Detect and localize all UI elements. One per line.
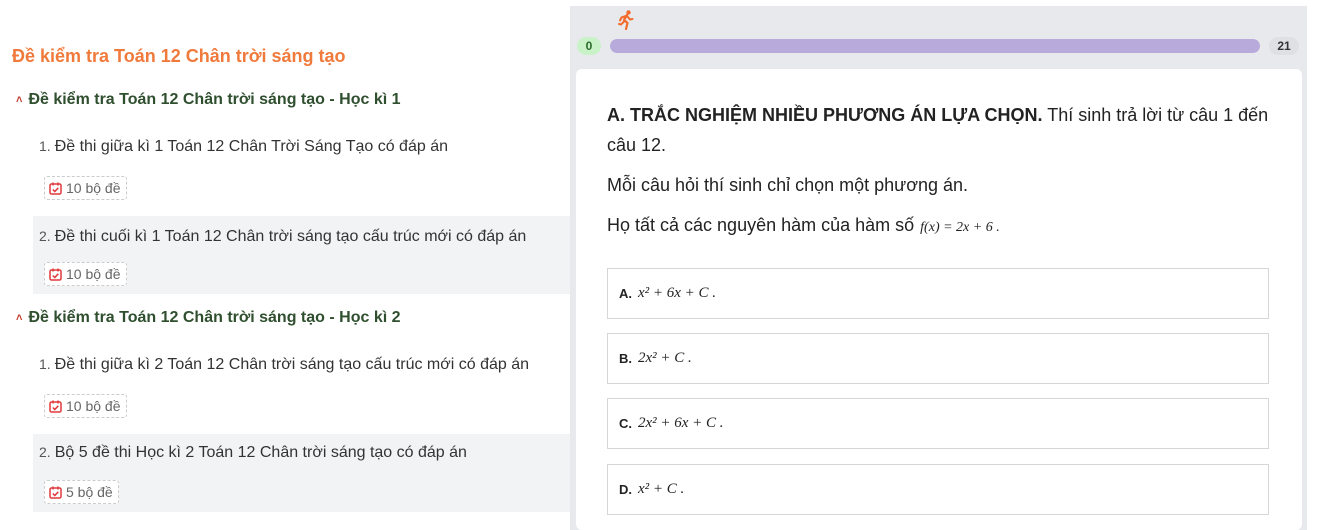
section-header-hk2[interactable]: ˄ Đề kiểm tra Toán 12 Chân trời sáng tạo…	[16, 309, 401, 327]
question-card: A. TRẮC NGHIỆM NHIỀU PHƯƠNG ÁN LỰA CHỌN.…	[576, 69, 1302, 530]
chevron-up-icon: ˄	[16, 312, 23, 324]
calendar-check-icon	[49, 400, 62, 413]
progress-total-count: 21	[1269, 37, 1299, 55]
progress-fill	[610, 39, 1260, 53]
calendar-check-icon	[49, 268, 62, 281]
answer-option-c[interactable]: C. 2x² + 6x + C .	[607, 398, 1269, 449]
exam-link[interactable]: 1. Đề thi giữa kì 1 Toán 12 Chân Trời Sán…	[39, 138, 448, 156]
page-title: Đề kiểm tra Toán 12 Chân trời sáng tạo	[12, 46, 346, 66]
list-item: 2. Đề thi cuối kì 1 Toán 12 Chân trời sán…	[33, 216, 570, 294]
exam-link[interactable]: 2. Bộ 5 đề thi Học kì 2 Toán 12 Chân trời…	[39, 444, 467, 462]
calendar-check-icon	[49, 182, 62, 195]
progress-bar	[610, 39, 1260, 53]
exam-count-badge: 5 bộ đề	[44, 480, 119, 504]
chevron-up-icon: ˄	[16, 94, 23, 106]
answer-option-a[interactable]: A. x² + 6x + C .	[607, 268, 1269, 319]
section-title: Đề kiểm tra Toán 12 Chân trời sáng tạo -…	[28, 91, 401, 108]
instruction-text: Mỗi câu hỏi thí sinh chỉ chọn một phương…	[607, 175, 969, 195]
exam-count-badge: 10 bộ đề	[44, 394, 127, 418]
exam-count-badge: 10 bộ đề	[44, 262, 127, 286]
question-text: Họ tất cả các nguyên hàm của hàm số f(x) …	[607, 215, 1000, 235]
quiz-panel: 0 21 A. TRẮC NGHIỆM NHIỀU PHƯƠNG ÁN LỰA …	[570, 6, 1307, 530]
progress-start-count: 0	[577, 37, 601, 55]
list-item: 1. Đề thi giữa kì 1 Toán 12 Chân Trời Sán…	[33, 126, 570, 204]
calendar-check-icon	[49, 486, 62, 499]
exam-count-badge: 10 bộ đề	[44, 176, 127, 200]
runner-icon	[618, 10, 634, 30]
question-formula: f(x) = 2x + 6 .	[920, 220, 1000, 235]
section-heading: A. TRẮC NGHIỆM NHIỀU PHƯƠNG ÁN LỰA CHỌN.…	[607, 105, 1269, 155]
exam-link[interactable]: 1. Đề thi giữa kì 2 Toán 12 Chân trời sán…	[39, 356, 529, 374]
section-header-hk1[interactable]: ˄ Đề kiểm tra Toán 12 Chân trời sáng tạo…	[16, 91, 401, 109]
exam-sidebar: Đề kiểm tra Toán 12 Chân trời sáng tạo ˄…	[0, 0, 570, 530]
list-item: 1. Đề thi giữa kì 2 Toán 12 Chân trời sán…	[33, 344, 570, 422]
list-item: 2. Bộ 5 đề thi Học kì 2 Toán 12 Chân trời…	[33, 434, 570, 512]
answer-option-d[interactable]: D. x² + C .	[607, 464, 1269, 515]
exam-link[interactable]: 2. Đề thi cuối kì 1 Toán 12 Chân trời sán…	[39, 228, 526, 246]
section-title: Đề kiểm tra Toán 12 Chân trời sáng tạo -…	[28, 309, 401, 326]
answer-option-b[interactable]: B. 2x² + C .	[607, 333, 1269, 384]
